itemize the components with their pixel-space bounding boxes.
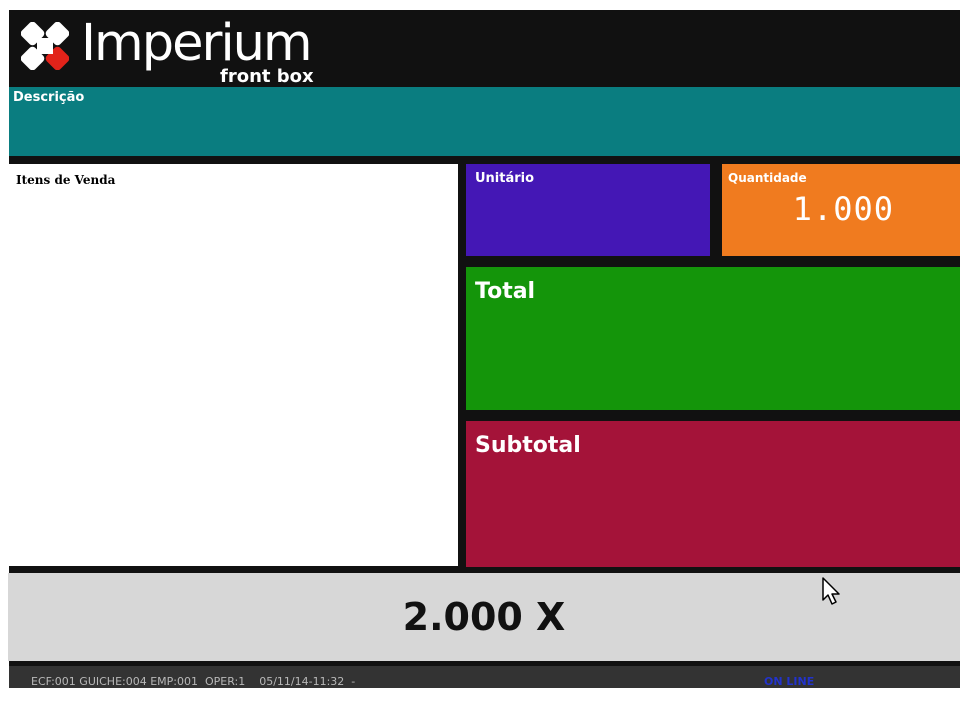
quantidade-value: 1.000 <box>792 190 894 228</box>
status-bar: ECF:001 GUICHE:004 EMP:001 OPER:1 05/11/… <box>9 666 960 688</box>
four-squares-logo-icon <box>21 22 69 70</box>
descricao-label: Descrição <box>13 90 85 105</box>
total-label: Total <box>475 279 536 304</box>
mouse-pointer-icon <box>822 577 840 605</box>
total-panel: Total <box>466 267 960 410</box>
brand-subtitle: front box <box>220 66 314 87</box>
itens-de-venda-panel[interactable]: Itens de Venda <box>8 164 458 566</box>
brand-logo: Imperium front box <box>9 8 329 90</box>
quantidade-panel: Quantidade 1.000 <box>722 164 960 256</box>
descricao-panel: Descrição <box>9 87 960 156</box>
multiplier-panel: 2.000 X <box>8 573 960 661</box>
subtotal-panel: Subtotal <box>466 421 960 567</box>
itens-de-venda-label: Itens de Venda <box>16 173 116 187</box>
unitario-panel: Unitário <box>466 164 710 256</box>
subtotal-label: Subtotal <box>475 433 581 458</box>
connection-status: ON LINE <box>764 675 815 688</box>
multiplier-value: 2.000 X <box>402 595 566 639</box>
unitario-label: Unitário <box>475 171 535 186</box>
quantidade-label: Quantidade <box>728 171 807 185</box>
status-info: ECF:001 GUICHE:004 EMP:001 OPER:1 05/11/… <box>31 675 356 688</box>
